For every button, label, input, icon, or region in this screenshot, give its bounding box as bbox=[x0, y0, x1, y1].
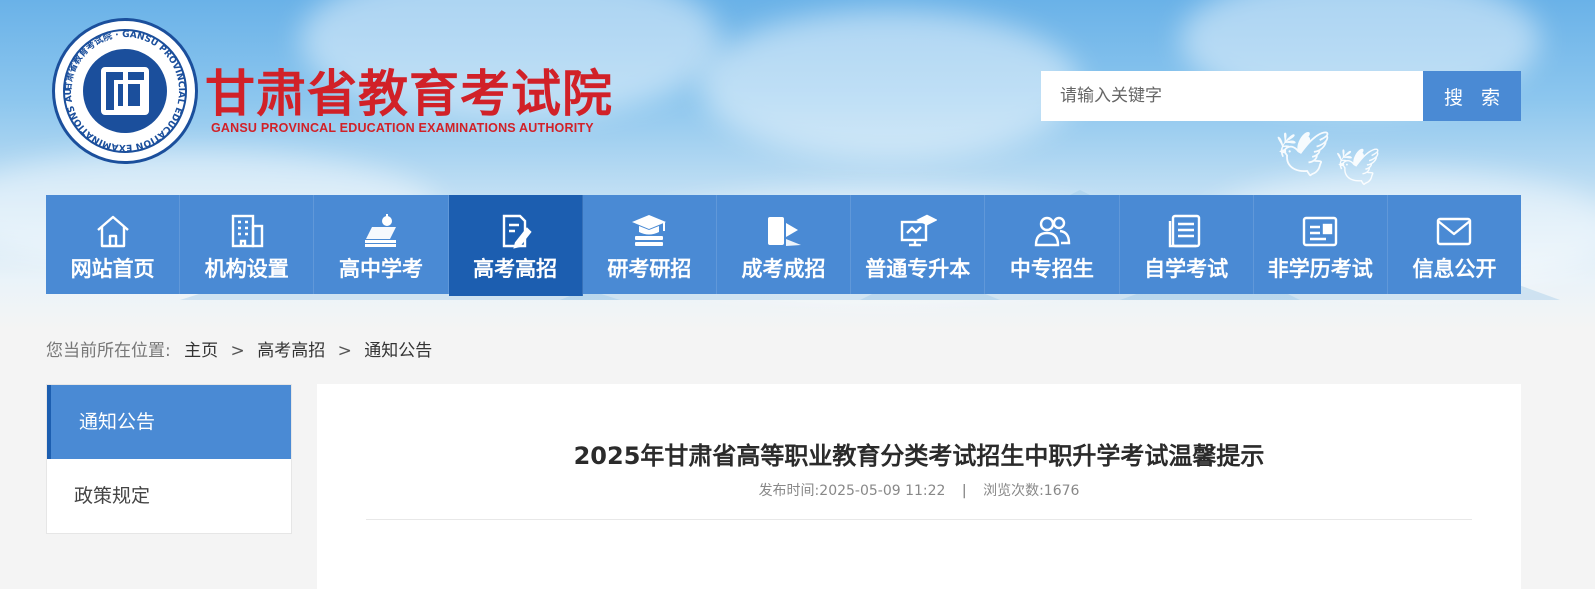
nav-label: 非学历考试 bbox=[1267, 257, 1373, 281]
building-icon bbox=[231, 214, 263, 248]
nav-label: 自学考试 bbox=[1144, 257, 1229, 281]
nav-label: 普通专升本 bbox=[865, 257, 971, 281]
nav-label: 机构设置 bbox=[204, 257, 289, 281]
site-subtitle: GANSU PROVINCAL EDUCATION EXAMINATIONS A… bbox=[211, 121, 594, 135]
breadcrumb-gaokao-link[interactable]: 高考高招 bbox=[257, 341, 325, 361]
nav-label: 成考成招 bbox=[741, 257, 826, 281]
nav-label: 信息公开 bbox=[1412, 257, 1497, 281]
dove-icon: 🕊 bbox=[1335, 147, 1381, 188]
sidebar: 通知公告 政策规定 bbox=[46, 384, 292, 534]
nav-item-home[interactable]: 网站首页 bbox=[46, 195, 181, 294]
breadcrumb-separator: > bbox=[337, 341, 352, 361]
meta-divider: | bbox=[961, 483, 967, 499]
nav-label: 研考研招 bbox=[607, 257, 692, 281]
nav-item-self-study-exam[interactable]: 自学考试 bbox=[1120, 195, 1254, 294]
nav-label: 高考高招 bbox=[473, 257, 558, 281]
article-panel: 2025年甘肃省高等职业教育分类考试招生中职升学考试温馨提示 发布时间:2025… bbox=[317, 384, 1521, 589]
nav-item-upgrade-bachelor[interactable]: 普通专升本 bbox=[851, 195, 986, 294]
books-apple-icon bbox=[364, 214, 396, 247]
monitor-cap-icon bbox=[900, 214, 937, 247]
book-flag-icon bbox=[767, 217, 801, 246]
breadcrumb-separator: > bbox=[230, 341, 245, 361]
view-count-label: 浏览次数: bbox=[983, 483, 1044, 499]
search-button[interactable]: 搜 索 bbox=[1423, 71, 1521, 121]
view-count: 1676 bbox=[1043, 483, 1080, 499]
nav-item-information-disclosure[interactable]: 信息公开 bbox=[1388, 195, 1521, 294]
search-input[interactable] bbox=[1041, 71, 1423, 121]
graduation-cap-icon bbox=[632, 215, 667, 246]
dove-icon: 🕊 bbox=[1275, 129, 1331, 180]
nav-item-non-degree-exam[interactable]: 非学历考试 bbox=[1254, 195, 1388, 294]
institution-logo[interactable]: 甘肃省教育考试院 · GANSU PROVINCIAL EDUCATION EX… bbox=[52, 18, 198, 164]
home-icon bbox=[96, 215, 129, 248]
nav-item-graduate-exam[interactable]: 研考研招 bbox=[583, 195, 717, 294]
publish-time-label: 发布时间: bbox=[758, 483, 820, 499]
nav-label: 中专招生 bbox=[1009, 257, 1094, 281]
publish-time: 2025-05-09 11:22 bbox=[819, 483, 946, 499]
sidebar-item-notices[interactable]: 通知公告 bbox=[47, 385, 291, 459]
title-divider bbox=[366, 519, 1472, 520]
main-nav: 网站首页 机构设置 高中学考 高考高招 研考研招 成考成招 普通专升本 中专招生… bbox=[46, 195, 1521, 296]
breadcrumb: 您当前所在位置: 主页 > 高考高招 > 通知公告 bbox=[46, 336, 432, 361]
article-meta: 发布时间:2025-05-09 11:22 | 浏览次数:1676 bbox=[317, 480, 1521, 500]
nav-item-high-school-exam[interactable]: 高中学考 bbox=[314, 195, 449, 294]
article-title: 2025年甘肃省高等职业教育分类考试招生中职升学考试温馨提示 bbox=[573, 442, 1265, 470]
nav-item-organization[interactable]: 机构设置 bbox=[180, 195, 315, 294]
site-title: 甘肃省教育考试院 bbox=[205, 64, 613, 123]
notebook-icon bbox=[1168, 214, 1201, 248]
nav-item-adult-exam[interactable]: 成考成招 bbox=[717, 195, 852, 294]
nav-item-gaokao[interactable]: 高考高招 bbox=[448, 195, 583, 296]
breadcrumb-notice-link[interactable]: 通知公告 bbox=[364, 341, 432, 361]
breadcrumb-label: 您当前所在位置: bbox=[46, 341, 171, 361]
nav-label: 网站首页 bbox=[70, 257, 155, 281]
nav-label: 高中学考 bbox=[338, 257, 423, 281]
logo-emblem bbox=[83, 49, 167, 133]
nav-item-vocational-enrollment[interactable]: 中专招生 bbox=[985, 195, 1120, 294]
envelope-icon bbox=[1437, 217, 1472, 246]
sidebar-item-policies[interactable]: 政策规定 bbox=[47, 459, 291, 533]
breadcrumb-home-link[interactable]: 主页 bbox=[184, 341, 218, 361]
users-icon bbox=[1034, 216, 1071, 247]
id-card-icon bbox=[1303, 216, 1338, 247]
document-pen-icon bbox=[502, 214, 532, 249]
